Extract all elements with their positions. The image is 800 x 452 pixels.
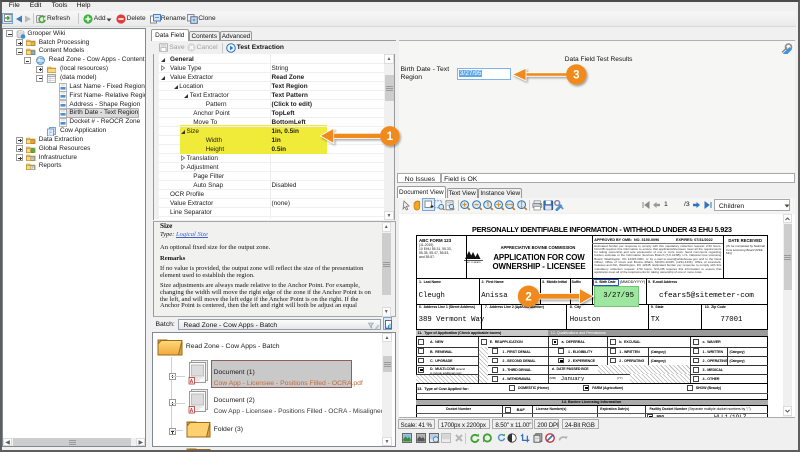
svg-text:A: A xyxy=(189,408,193,414)
svg-text:A: A xyxy=(189,379,193,385)
svg-text:ABC COMPANY: ABC COMPANY xyxy=(467,260,482,262)
